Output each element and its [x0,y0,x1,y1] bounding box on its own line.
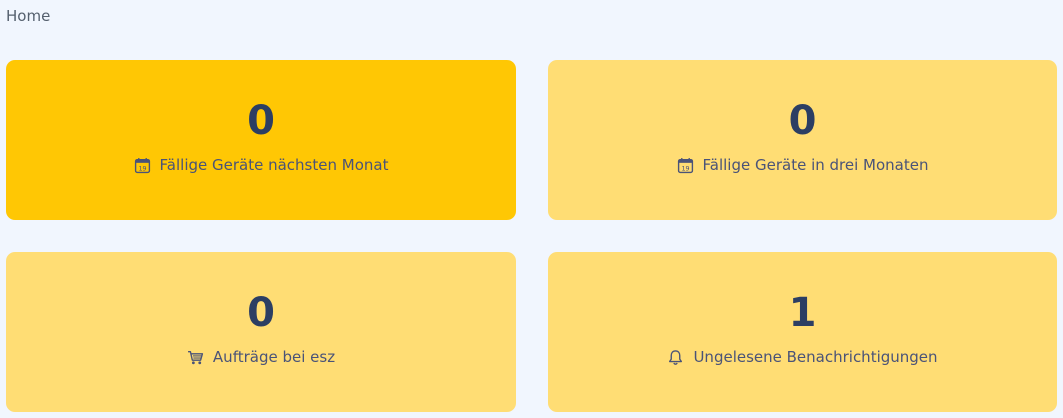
calendar-icon-day: 19 [138,164,146,172]
card-label-row: Aufträge bei esz [187,348,335,366]
card-label: Ungelesene Benachrichtigungen [693,348,938,366]
card-count: 1 [788,290,817,336]
card-count: 0 [788,98,817,144]
dashboard-page: Home 0 19 Fällige Geräte nächsten Monat … [0,0,1063,418]
calendar-icon: 19 [677,157,694,174]
card-label: Fällige Geräte nächsten Monat [159,156,389,174]
calendar-icon-day: 19 [681,164,689,172]
card-due-three-months[interactable]: 0 19 Fällige Geräte in drei Monaten [548,60,1057,220]
card-label: Fällige Geräte in drei Monaten [702,156,929,174]
stats-grid: 0 19 Fällige Geräte nächsten Monat 0 19 … [6,60,1057,412]
cart-icon [187,349,204,366]
calendar-icon: 19 [134,157,151,174]
card-label-row: 19 Fällige Geräte nächsten Monat [134,156,389,174]
card-label-row: 19 Fällige Geräte in drei Monaten [677,156,929,174]
card-due-next-month[interactable]: 0 19 Fällige Geräte nächsten Monat [6,60,516,220]
card-label-row: Ungelesene Benachrichtigungen [667,348,938,366]
card-orders[interactable]: 0 Aufträge bei esz [6,252,516,412]
card-unread-notifications[interactable]: 1 Ungelesene Benachrichtigungen [548,252,1057,412]
card-count: 0 [247,290,275,336]
bell-icon [667,349,684,366]
card-label: Aufträge bei esz [212,348,336,366]
breadcrumb[interactable]: Home [6,7,50,25]
card-count: 0 [247,98,275,144]
